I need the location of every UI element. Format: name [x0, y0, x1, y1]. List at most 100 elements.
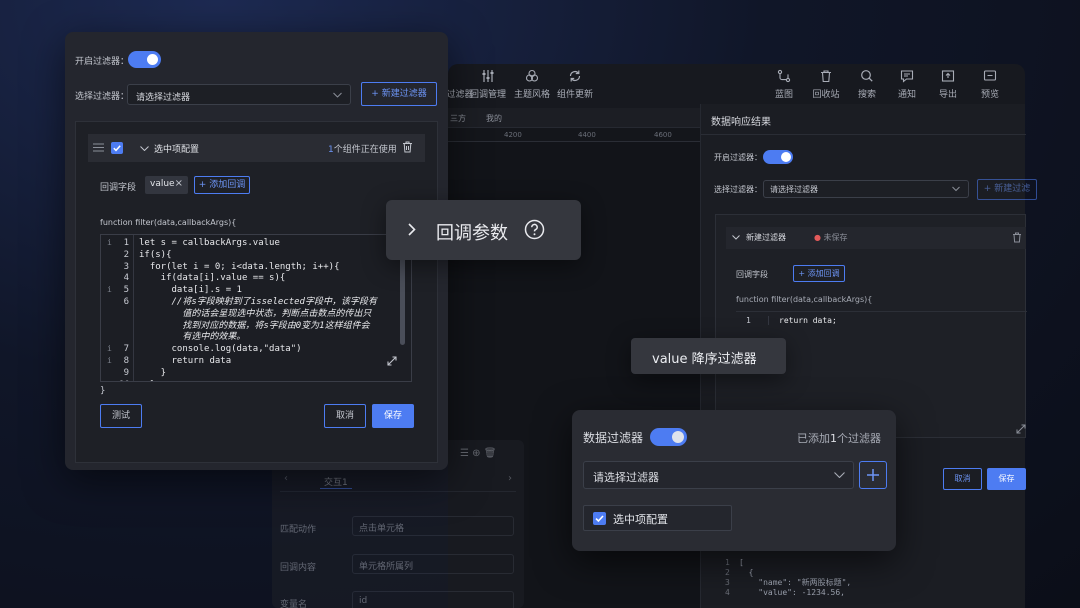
select-filter-label: 选择过滤器： — [75, 92, 130, 102]
save-button[interactable]: 保存 — [987, 468, 1026, 490]
variable-name-label: 变量名 — [280, 600, 308, 608]
tooltip-label: value 降序过滤器 — [652, 352, 757, 367]
chevron-down-icon — [834, 472, 845, 478]
editor-scrollbar[interactable] — [400, 257, 405, 345]
expand-icon[interactable] — [386, 355, 398, 367]
match-action-select[interactable]: 点击单元格 — [352, 516, 514, 536]
chevron-right-icon — [408, 223, 416, 236]
chevron-down-icon — [732, 235, 740, 240]
filter-item-name: 新建过滤器 — [746, 233, 786, 242]
close-icon[interactable]: × — [175, 178, 183, 189]
filter-select[interactable]: 请选择过滤器 — [763, 180, 969, 198]
unsaved-status: ● 未保存 — [814, 233, 848, 242]
save-button[interactable]: 保存 — [372, 404, 414, 428]
drag-handle-icon[interactable] — [93, 143, 104, 152]
message-icon — [900, 69, 914, 83]
filter-item-card: 新建过滤器 ● 未保存 回调字段 + 添加回调 function filter(… — [715, 214, 1027, 438]
enable-filter-label: 开启过滤器： — [714, 153, 762, 162]
enable-filter-toggle[interactable] — [763, 150, 793, 164]
callback-content-select[interactable]: 单元格所属列 — [352, 554, 514, 574]
filter-select[interactable]: 请选择过滤器 — [127, 84, 351, 105]
component-tabs: 三方 我的 — [448, 108, 700, 128]
filter-item-card: 选中项配置 1个组件正在使用 回调字段 value × + 添加回调 funct… — [75, 121, 438, 463]
json-line: 2 { — [725, 568, 754, 577]
toolbar-blueprint-button[interactable]: 蓝图 — [762, 69, 806, 100]
filter-checkbox[interactable] — [593, 512, 606, 525]
toolbar-theme-button[interactable]: 主题风格 — [510, 69, 554, 100]
toolbar-callback-button[interactable]: 回调管理 — [466, 69, 510, 100]
data-filter-toggle[interactable] — [650, 428, 687, 446]
sliders-icon — [481, 69, 495, 83]
ruler-tick: 4400 — [578, 131, 596, 139]
trash-icon[interactable] — [402, 141, 413, 153]
function-signature: function filter(data,callbackArgs){ — [100, 218, 237, 227]
callback-field-label: 回调字段 — [100, 183, 137, 193]
data-filter-select[interactable]: 请选择过滤器 — [583, 461, 854, 489]
toolbar-preview-button[interactable]: 预览 — [968, 69, 1012, 100]
function-signature: function filter(data,callbackArgs){ — [736, 295, 873, 304]
add-callback-button[interactable]: + 添加回调 — [194, 176, 250, 194]
filter-item-header: 新建过滤器 ● 未保存 — [726, 227, 1026, 249]
tab-mine[interactable]: 我的 — [486, 113, 502, 124]
toolbar-recycle-button[interactable]: 回收站 — [804, 69, 848, 100]
palette-icon — [525, 69, 539, 83]
preview-icon — [983, 69, 997, 83]
plus-icon — [867, 469, 879, 481]
new-filter-button[interactable]: + 新建过滤器 — [361, 82, 437, 106]
chevron-left-icon[interactable]: ‹ — [284, 473, 288, 484]
filter-item-title: 选中项配置 — [154, 145, 200, 155]
new-filter-button[interactable]: + 新建过滤 — [977, 179, 1037, 200]
check-icon — [113, 145, 121, 152]
export-icon — [941, 69, 955, 83]
enable-filter-label: 开启过滤器： — [75, 57, 130, 67]
json-line: 4 "value": -1234.56, — [725, 588, 845, 597]
json-preview: 1[ 2 { 3 "name": "新两股标题", 4 "value": -12… — [725, 558, 1025, 598]
cancel-button[interactable]: 取消 — [943, 468, 982, 490]
added-count-text: 已添加1个过滤器 — [797, 432, 881, 445]
filter-checkbox-label: 选中项配置 — [613, 513, 668, 526]
trash-icon[interactable] — [1012, 232, 1022, 243]
select-filter-label: 选择过滤器： — [714, 185, 762, 194]
blueprint-icon — [777, 69, 791, 83]
divider — [701, 134, 1026, 135]
ruler-tick: 4200 — [504, 131, 522, 139]
refresh-icon — [568, 69, 582, 83]
toolbar-notify-button[interactable]: 通知 — [885, 69, 929, 100]
ruler: 4200 4400 4600 — [448, 128, 700, 142]
toolbar-search-button[interactable]: 搜索 — [845, 69, 889, 100]
test-button[interactable]: 测试 — [100, 404, 142, 428]
expand-icon[interactable] — [1016, 424, 1026, 434]
trash-icon — [819, 69, 833, 83]
tab-interaction[interactable]: 交互1 — [320, 475, 352, 489]
help-icon[interactable] — [524, 219, 545, 240]
match-action-label: 匹配动作 — [280, 525, 317, 535]
data-filter-popup: 数据过滤器 已添加1个过滤器 请选择过滤器 选中项配置 — [572, 410, 896, 551]
usage-status: 1个组件正在使用 — [328, 145, 397, 155]
toolbar-export-button[interactable]: 导出 — [926, 69, 970, 100]
tab-third-party[interactable]: 三方 — [450, 113, 466, 124]
add-filter-button[interactable] — [859, 461, 887, 489]
callback-tag: value × — [145, 176, 188, 194]
response-title: 数据响应结果 — [711, 117, 771, 128]
selected-filter-item[interactable]: 选中项配置 — [583, 505, 732, 531]
panel-tool-icons: ☰ ⊕ 🗑 — [460, 448, 497, 459]
closing-brace: } — [100, 386, 106, 396]
callback-content-label: 回调内容 — [280, 563, 317, 573]
ruler-tick: 4600 — [654, 131, 672, 139]
chevron-down-icon — [952, 186, 960, 192]
tooltip-title: 回调参数 — [436, 223, 508, 244]
chevron-right-icon[interactable]: › — [508, 473, 512, 484]
chevron-down-icon — [333, 92, 342, 97]
item-checkbox[interactable] — [111, 142, 123, 154]
variable-name-input[interactable]: id — [352, 591, 514, 608]
code-editor[interactable]: i 1 let s = callbackArgs.value 2 if(s){3 for… — [100, 234, 412, 382]
add-callback-button[interactable]: + 添加回调 — [793, 265, 845, 282]
enable-filter-toggle[interactable] — [128, 51, 161, 68]
toolbar-update-button[interactable]: 组件更新 — [553, 69, 597, 100]
line-number: 1 — [746, 316, 751, 325]
cancel-button[interactable]: 取消 — [324, 404, 366, 428]
check-icon — [595, 515, 604, 523]
data-filter-title: 数据过滤器 — [583, 431, 644, 445]
gutter-divider — [133, 235, 134, 381]
chevron-down-icon[interactable] — [140, 146, 149, 151]
